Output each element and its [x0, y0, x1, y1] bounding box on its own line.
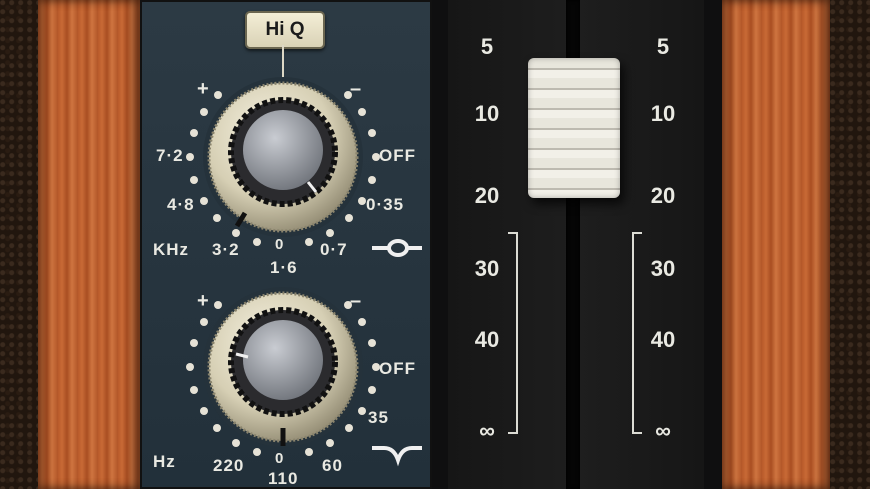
upper-frequency-knob[interactable] — [186, 77, 380, 246]
upper-freq-3-2: 3·2 — [212, 240, 240, 259]
lower-minus-label: – — [350, 290, 363, 312]
leather-left — [0, 0, 40, 489]
leather-right — [830, 0, 870, 489]
upper-plus-label: + — [197, 78, 210, 100]
scale-right-20: 20 — [650, 183, 676, 208]
upper-freq-0-35: 0·35 — [366, 195, 405, 214]
lower-unit-label: Hz — [153, 452, 176, 471]
scale-left-30: 30 — [474, 256, 500, 281]
upper-unit-label: KHz — [153, 240, 190, 259]
lower-gain-zero: 0 — [275, 450, 285, 467]
lower-off-label: OFF — [379, 359, 416, 378]
scale-left-20: 20 — [474, 183, 500, 208]
upper-minus-label: – — [350, 78, 363, 100]
upper-gain-zero: 0 — [275, 236, 285, 253]
scale-right-10: 10 — [650, 101, 676, 126]
upper-off-label: OFF — [379, 146, 416, 165]
upper-freq-7-2: 7·2 — [156, 146, 184, 165]
upper-freq-0-7: 0·7 — [320, 240, 348, 259]
upper-freq-1-6: 1·6 — [270, 258, 298, 277]
scale-right-infinity: ∞ — [655, 418, 671, 443]
scale-right-40: 40 — [650, 327, 676, 352]
lower-freq-110: 110 — [268, 469, 299, 488]
wood-side-left — [38, 0, 140, 489]
upper-freq-4-8: 4·8 — [167, 195, 195, 214]
lower-freq-35: 35 — [368, 408, 389, 427]
scale-left-infinity: ∞ — [479, 418, 495, 443]
scale-left-5: 5 — [480, 34, 494, 59]
lower-freq-220: 220 — [213, 456, 245, 475]
scale-right-30: 30 — [650, 256, 676, 281]
fader-cap[interactable] — [528, 58, 620, 198]
scale-bracket-right — [632, 232, 642, 434]
scale-left-10: 10 — [474, 101, 500, 126]
peak-shape-icon — [372, 239, 422, 257]
wood-side-right — [722, 0, 830, 489]
scale-right-5: 5 — [656, 34, 670, 59]
lower-freq-60: 60 — [322, 456, 343, 475]
low-shelf-icon — [372, 446, 422, 467]
scale-bracket-left — [508, 232, 518, 434]
lower-plus-label: + — [197, 290, 210, 312]
scale-left-40: 40 — [474, 327, 500, 352]
